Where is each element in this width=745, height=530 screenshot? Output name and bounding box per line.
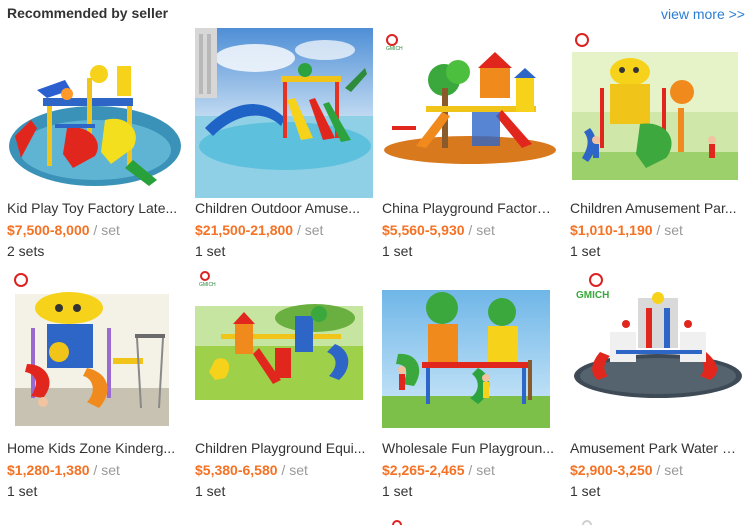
next-row-logo-icon (392, 512, 402, 526)
product-price-line: $1,280-1,380 / set (7, 462, 120, 478)
product-card[interactable]: Wholesale Fun Playgroun... $2,265-2,465 … (382, 268, 560, 500)
product-price: $1,010-1,190 (570, 222, 653, 238)
product-card[interactable]: Home Kids Zone Kinderg... $1,280-1,380 /… (7, 268, 185, 500)
product-price-line: $5,380-6,580 / set (195, 462, 308, 478)
product-card[interactable]: Children Amusement Par... $1,010-1,190 /… (570, 28, 745, 260)
min-order-quantity: 1 set (382, 243, 413, 259)
product-price: $2,265-2,465 (382, 462, 465, 478)
min-order-quantity: 1 set (195, 483, 226, 499)
price-unit: / set (468, 462, 495, 478)
product-price-line: $2,900-3,250 / set (570, 462, 683, 478)
product-title[interactable]: Children Outdoor Amuse... (195, 200, 367, 216)
product-title[interactable]: Children Amusement Par... (570, 200, 742, 216)
product-price: $1,280-1,380 (7, 462, 90, 478)
water-park-slide-image (7, 28, 185, 198)
mushroom-playground-image (7, 268, 185, 438)
product-title[interactable]: Home Kids Zone Kinderg... (7, 440, 179, 456)
water-play-structure-image: GMICH (570, 268, 745, 438)
product-title[interactable]: China Playground Factory... (382, 200, 554, 216)
price-unit: / set (656, 462, 683, 478)
product-title[interactable]: Children Playground Equi... (195, 440, 367, 456)
price-unit: / set (93, 462, 120, 478)
product-price-line: $7,500-8,000 / set (7, 222, 120, 238)
product-title[interactable]: Wholesale Fun Playgroun... (382, 440, 554, 456)
price-unit: / set (93, 222, 120, 238)
product-image-8[interactable]: GMICH (570, 268, 745, 438)
min-order-quantity: 1 set (570, 243, 601, 259)
min-order-quantity: 1 set (570, 483, 601, 499)
product-price: $2,900-3,250 (570, 462, 653, 478)
section-title: Recommended by seller (7, 5, 169, 21)
svg-text:GMICH: GMICH (386, 46, 403, 52)
product-image-2[interactable] (195, 28, 373, 198)
product-card[interactable]: Children Outdoor Amuse... $21,500-21,800… (195, 28, 373, 260)
price-unit: / set (281, 462, 308, 478)
min-order-quantity: 1 set (382, 483, 413, 499)
price-unit: / set (656, 222, 683, 238)
min-order-quantity: 2 sets (7, 243, 45, 259)
product-card[interactable]: Kid Play Toy Factory Late... $7,500-8,00… (7, 28, 185, 260)
recommended-header: Recommended by seller view more >> (7, 5, 745, 23)
product-price: $21,500-21,800 (195, 222, 294, 238)
outdoor-playground-image: GMICH (195, 268, 373, 438)
product-card[interactable]: GMICH Children Playground Equi... $5,380… (195, 268, 373, 500)
min-order-quantity: 1 set (7, 483, 38, 499)
product-card[interactable]: GMICH China Playground Factory... $5,560… (382, 28, 560, 260)
product-price-line: $1,010-1,190 / set (570, 222, 683, 238)
product-card[interactable]: GMICH Amusement Park Water S... $2,900-3… (570, 268, 745, 500)
product-image-7[interactable] (382, 268, 560, 438)
treehouse-playground-image (382, 290, 550, 428)
product-price: $5,380-6,580 (195, 462, 278, 478)
product-image-6[interactable]: GMICH (195, 268, 373, 438)
product-price-line: $5,560-5,930 / set (382, 222, 495, 238)
svg-text:GMICH: GMICH (199, 282, 216, 288)
product-image-4[interactable] (570, 28, 745, 198)
product-price: $5,560-5,930 (382, 222, 465, 238)
product-title[interactable]: Kid Play Toy Factory Late... (7, 200, 179, 216)
fruit-playground-image (570, 28, 745, 198)
product-image-1[interactable] (7, 28, 185, 198)
product-image-5[interactable] (7, 268, 185, 438)
next-row-logo-icon (582, 512, 592, 526)
water-slide-pool-image (195, 28, 373, 198)
product-price-line: $21,500-21,800 / set (195, 222, 323, 238)
price-unit: / set (296, 222, 324, 238)
price-unit: / set (468, 222, 495, 238)
product-image-3[interactable]: GMICH (382, 28, 560, 198)
product-title[interactable]: Amusement Park Water S... (570, 440, 742, 456)
svg-text:GMICH: GMICH (576, 290, 609, 301)
product-price-line: $2,265-2,465 / set (382, 462, 495, 478)
view-more-link[interactable]: view more >> (661, 6, 745, 22)
product-price: $7,500-8,000 (7, 222, 90, 238)
min-order-quantity: 1 set (195, 243, 226, 259)
tree-playground-image: GMICH (382, 28, 560, 198)
